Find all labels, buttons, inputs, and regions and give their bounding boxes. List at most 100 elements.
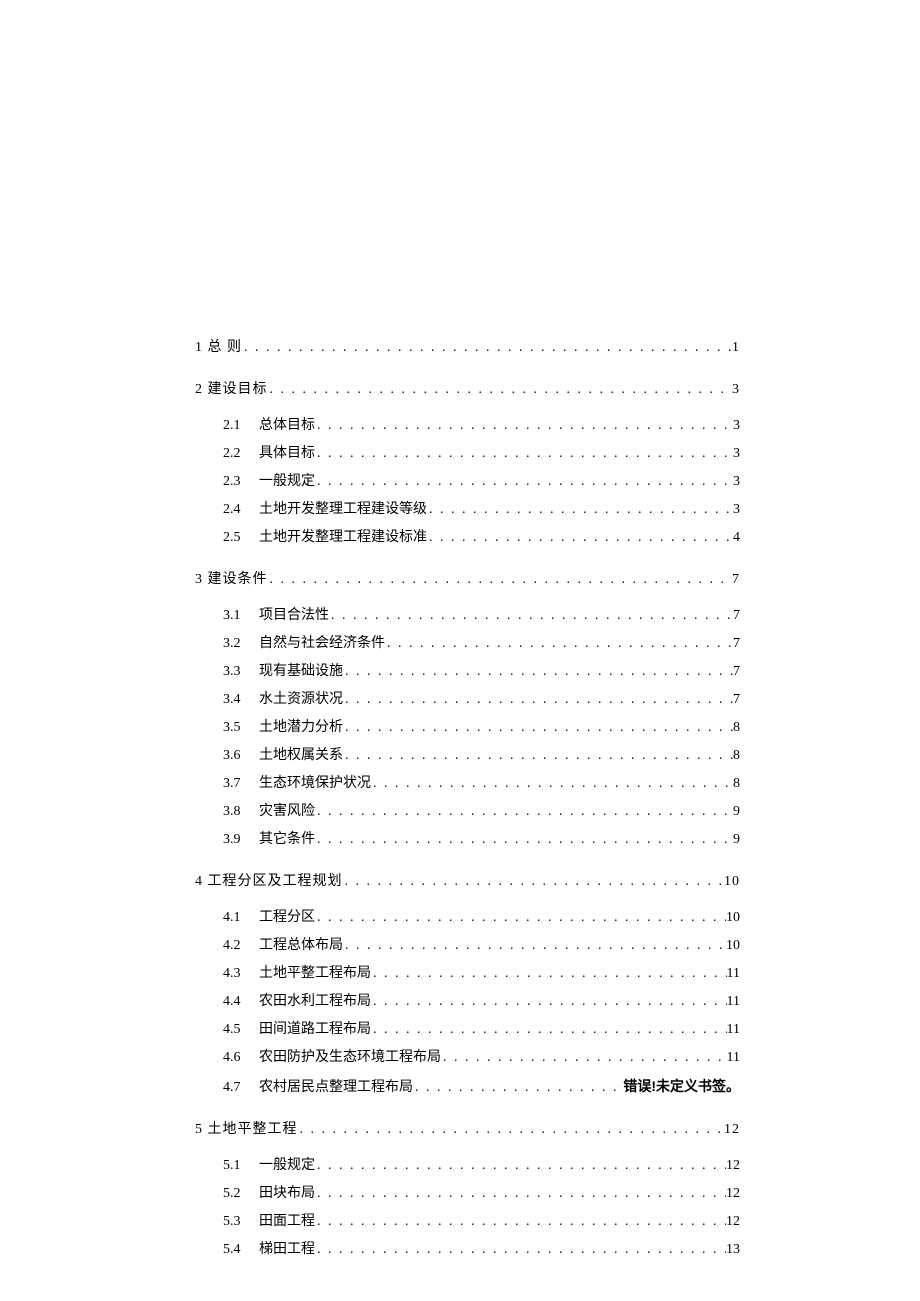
toc-leader-dots <box>343 868 725 896</box>
toc-leader-dots <box>315 904 726 932</box>
toc-entry-title: 梯田工程 <box>259 1236 315 1264</box>
toc-page-number: 3 <box>732 376 740 404</box>
toc-page-number: 9 <box>733 826 740 854</box>
toc-entry-title: 土地开发整理工程建设标准 <box>259 524 427 552</box>
toc-entry-title: 项目合法性 <box>259 602 329 630</box>
toc-leader-dots <box>427 524 733 552</box>
toc-entry: 5.2田块布局12 <box>195 1180 740 1208</box>
toc-leader-dots <box>441 1044 727 1072</box>
toc-section-title: 1 总 则 <box>195 334 242 362</box>
toc-leader-dots <box>315 440 733 468</box>
toc-entry-number: 3.4 <box>223 686 259 714</box>
toc-entry: 2.1总体目标3 <box>195 412 740 440</box>
toc-page-number: 11 <box>727 1016 740 1044</box>
toc-leader-dots <box>315 1152 726 1180</box>
toc-entry-number: 2.5 <box>223 524 259 552</box>
toc-leader-dots <box>315 412 733 440</box>
toc-entry-number: 2.4 <box>223 496 259 524</box>
toc-entry: 3.3现有基础设施7 <box>195 658 740 686</box>
toc-page-number: 11 <box>727 1044 740 1072</box>
toc-entry-title: 农田防护及生态环境工程布局 <box>259 1044 441 1072</box>
toc-leader-dots <box>371 960 727 988</box>
toc-entry-title: 工程分区 <box>259 904 315 932</box>
toc-entry: 4.6农田防护及生态环境工程布局 11 <box>195 1044 740 1072</box>
toc-entry-number: 4.6 <box>223 1044 259 1072</box>
toc-page-number: 13 <box>726 1236 740 1264</box>
toc-error-ref: 错误!未定义书签。 <box>623 1072 740 1100</box>
toc-entry-title: 现有基础设施 <box>259 658 343 686</box>
toc-leader-dots <box>315 1236 726 1264</box>
toc-page-number: 1 <box>732 334 740 362</box>
toc-entry: 5 土地平整工程12 <box>195 1116 740 1144</box>
toc-entry: 4.7农村居民点整理工程布局 错误!未定义书签。 <box>195 1072 740 1102</box>
toc-entry-number: 4.7 <box>223 1074 259 1102</box>
toc-entry-title: 田面工程 <box>259 1208 315 1236</box>
toc-entry: 3.1项目合法性7 <box>195 602 740 630</box>
toc-entry-title: 田块布局 <box>259 1180 315 1208</box>
toc-entry-number: 4.5 <box>223 1016 259 1044</box>
toc-entry: 3 建设条件7 <box>195 566 740 594</box>
toc-entry: 5.4梯田工程 13 <box>195 1236 740 1264</box>
toc-page-number: 11 <box>727 960 740 988</box>
toc-page-number: 3 <box>733 412 740 440</box>
toc-page-number: 7 <box>733 602 740 630</box>
toc-leader-dots <box>242 334 732 362</box>
toc-leader-dots <box>343 932 726 960</box>
toc-entry: 4.5田间道路工程布局 11 <box>195 1016 740 1044</box>
toc-entry: 4.1工程分区10 <box>195 904 740 932</box>
toc-leader-dots <box>268 566 733 594</box>
toc-entry-number: 3.2 <box>223 630 259 658</box>
toc-entry: 2.5土地开发整理工程建设标准4 <box>195 524 740 552</box>
toc-entry-number: 2.3 <box>223 468 259 496</box>
toc-entry-number: 5.3 <box>223 1208 259 1236</box>
toc-page-number: 8 <box>733 742 740 770</box>
toc-entry-title: 田间道路工程布局 <box>259 1016 371 1044</box>
toc-entry-title: 灾害风险 <box>259 798 315 826</box>
toc-entry-title: 一般规定 <box>259 468 315 496</box>
toc-leader-dots <box>343 742 733 770</box>
toc-page-number: 7 <box>733 686 740 714</box>
toc-section-title: 2 建设目标 <box>195 376 268 404</box>
toc-entry-title: 农田水利工程布局 <box>259 988 371 1016</box>
toc-entry-title: 土地平整工程布局 <box>259 960 371 988</box>
toc-entry-title: 总体目标 <box>259 412 315 440</box>
toc-entry-title: 农村居民点整理工程布局 <box>259 1074 413 1102</box>
toc-entry-title: 水土资源状况 <box>259 686 343 714</box>
toc-leader-dots <box>427 496 733 524</box>
table-of-contents: 1 总 则12 建设目标32.1总体目标32.2具体目标32.3一般规定32.4… <box>195 334 740 1264</box>
toc-entry: 3.9其它条件9 <box>195 826 740 854</box>
toc-entry: 2.2具体目标3 <box>195 440 740 468</box>
toc-entry-title: 具体目标 <box>259 440 315 468</box>
toc-leader-dots <box>268 376 733 404</box>
toc-entry-title: 生态环境保护状况 <box>259 770 371 798</box>
toc-entry: 4 工程分区及工程规划10 <box>195 868 740 896</box>
toc-entry: 3.4水土资源状况 7 <box>195 686 740 714</box>
toc-leader-dots <box>385 630 733 658</box>
toc-leader-dots <box>343 686 733 714</box>
toc-leader-dots <box>315 468 733 496</box>
toc-entry-number: 5.4 <box>223 1236 259 1264</box>
toc-entry-number: 5.1 <box>223 1152 259 1180</box>
toc-leader-dots <box>315 1180 726 1208</box>
toc-entry: 4.4农田水利工程布局11 <box>195 988 740 1016</box>
toc-entry: 3.8灾害风险9 <box>195 798 740 826</box>
toc-page-number: 10 <box>724 868 740 896</box>
toc-entry-title: 一般规定 <box>259 1152 315 1180</box>
toc-page-number: 12 <box>726 1152 740 1180</box>
toc-entry-number: 4.2 <box>223 932 259 960</box>
toc-page-number: 8 <box>733 770 740 798</box>
toc-leader-dots <box>371 1016 727 1044</box>
toc-section-title: 5 土地平整工程 <box>195 1116 298 1144</box>
toc-leader-dots <box>343 714 733 742</box>
toc-page-number: 3 <box>733 468 740 496</box>
toc-leader-dots <box>329 602 733 630</box>
toc-entry: 3.5土地潜力分析8 <box>195 714 740 742</box>
toc-leader-dots <box>315 826 733 854</box>
toc-leader-dots <box>343 658 733 686</box>
toc-page-number: 9 <box>733 798 740 826</box>
toc-page-number: 3 <box>733 496 740 524</box>
toc-entry-title: 其它条件 <box>259 826 315 854</box>
toc-page-number: 7 <box>733 630 740 658</box>
toc-leader-dots <box>315 1208 726 1236</box>
toc-entry-number: 4.3 <box>223 960 259 988</box>
